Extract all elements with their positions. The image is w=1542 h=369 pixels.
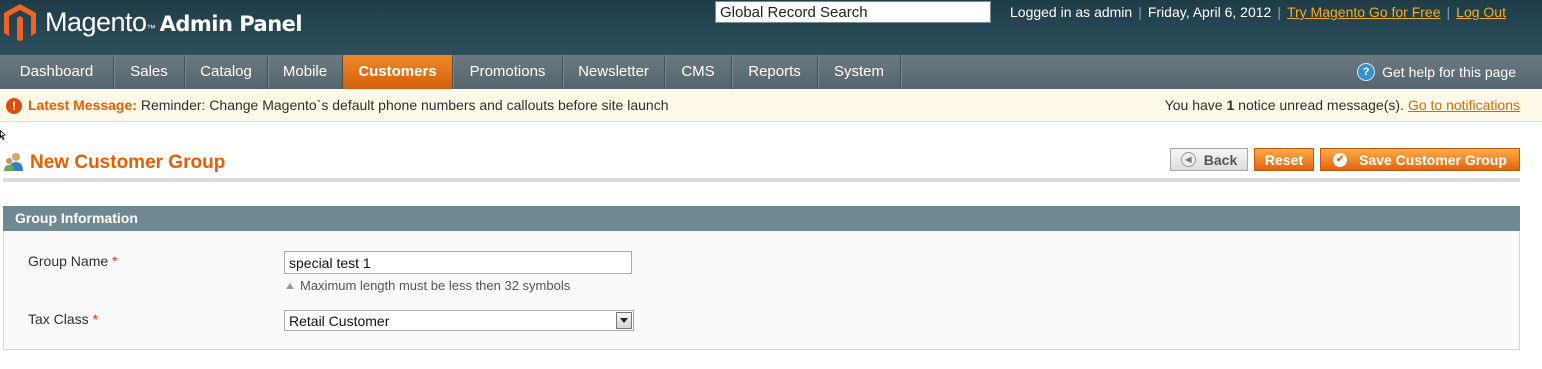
header-separator: | <box>1138 4 1142 20</box>
nav-item-cms[interactable]: CMS <box>665 55 732 89</box>
help-icon: ? <box>1357 63 1376 81</box>
global-record-search-input[interactable] <box>715 1 991 23</box>
logged-in-text: Logged in as admin <box>1010 4 1133 20</box>
magento-logo-icon <box>4 4 36 41</box>
reset-button-label: Reset <box>1264 151 1304 168</box>
nav-item-catalog[interactable]: Catalog <box>185 55 268 89</box>
group-name-input[interactable] <box>284 251 632 274</box>
group-name-label: Group Name * <box>28 253 118 269</box>
header-date: Friday, April 6, 2012 <box>1147 4 1272 20</box>
checkmark-icon: ✔ <box>1333 152 1348 167</box>
group-name-label-text: Group Name <box>28 253 109 269</box>
nav-item-promotions[interactable]: Promotions <box>453 55 563 89</box>
logo-brand: Magento <box>45 6 147 37</box>
logo-text: Magento ™ Admin Panel <box>45 6 303 38</box>
required-mark: * <box>92 311 99 327</box>
nav-item-dashboard[interactable]: Dashboard <box>0 55 114 89</box>
logo-trademark: ™ <box>146 22 156 33</box>
nav-item-customers[interactable]: Customers <box>343 55 453 89</box>
latest-message-text: Reminder: Change Magento`s default phone… <box>140 97 669 113</box>
notice-count: 1 <box>1226 97 1235 113</box>
nav-item-newsletter[interactable]: Newsletter <box>563 55 665 89</box>
help-link[interactable]: ? Get help for this page <box>1357 55 1516 89</box>
save-customer-group-button[interactable]: ✔ Save Customer Group <box>1320 148 1520 171</box>
group-information-header: Group Information <box>3 206 1520 231</box>
reset-button[interactable]: Reset <box>1254 148 1314 171</box>
notice-prefix: You have <box>1164 97 1223 113</box>
header-separator: | <box>1446 4 1451 20</box>
tax-class-label: Tax Class * <box>28 311 98 327</box>
mouse-pointer-icon <box>0 130 6 141</box>
latest-message-label: Latest Message: <box>28 97 137 113</box>
back-button-label: Back <box>1203 151 1238 168</box>
try-magento-go-link[interactable]: Try Magento Go for Free <box>1287 4 1441 20</box>
alert-icon: ! <box>6 98 22 114</box>
nav-item-mobile[interactable]: Mobile <box>268 55 343 89</box>
tax-class-select[interactable]: Retail Customer <box>284 310 634 331</box>
go-to-notifications-link[interactable]: Go to notifications <box>1408 97 1520 113</box>
latest-message: Latest Message: Reminder: Change Magento… <box>28 97 669 113</box>
group-name-note-text: Maximum length must be less then 32 symb… <box>300 278 571 293</box>
required-mark: * <box>112 253 118 269</box>
back-button[interactable]: ◀ Back <box>1170 148 1248 171</box>
notification-bar: ! Latest Message: Reminder: Change Magen… <box>0 89 1542 122</box>
logo-subtitle: Admin Panel <box>159 11 303 36</box>
header-account-bar: Logged in as admin | Friday, April 6, 2012… <box>1010 4 1506 20</box>
group-name-note: Maximum length must be less then 32 symb… <box>286 278 570 293</box>
dropdown-arrow-icon[interactable] <box>616 312 632 329</box>
tax-class-selected-value: Retail Customer <box>289 312 390 329</box>
customer-group-icon <box>4 153 23 171</box>
nav-item-sales[interactable]: Sales <box>114 55 185 89</box>
page-title: New Customer Group <box>30 152 226 173</box>
top-header: Magento™ Admin Panel Logged in as admin |… <box>0 0 1542 54</box>
magento-logo[interactable]: Magento ™ Admin Panel <box>3 2 303 42</box>
tax-class-label-text: Tax Class <box>28 311 89 327</box>
notice-suffix: notice unread message(s). <box>1238 97 1404 113</box>
header-divider <box>3 178 1520 182</box>
header-separator: | <box>1277 4 1281 20</box>
nav-item-system[interactable]: System <box>818 55 901 89</box>
back-arrow-icon: ◀ <box>1180 152 1196 167</box>
nav-item-reports[interactable]: Reports <box>732 55 818 89</box>
save-button-label: Save Customer Group <box>1359 151 1507 168</box>
unread-notices: You have 1 notice unread message(s). Go t… <box>1165 97 1520 113</box>
help-label: Get help for this page <box>1382 64 1516 80</box>
logout-link[interactable]: Log Out <box>1456 4 1506 20</box>
main-nav: Dashboard Sales Catalog Mobile Customers… <box>0 54 1542 89</box>
note-triangle-icon <box>286 282 294 289</box>
group-information-body <box>3 231 1520 350</box>
